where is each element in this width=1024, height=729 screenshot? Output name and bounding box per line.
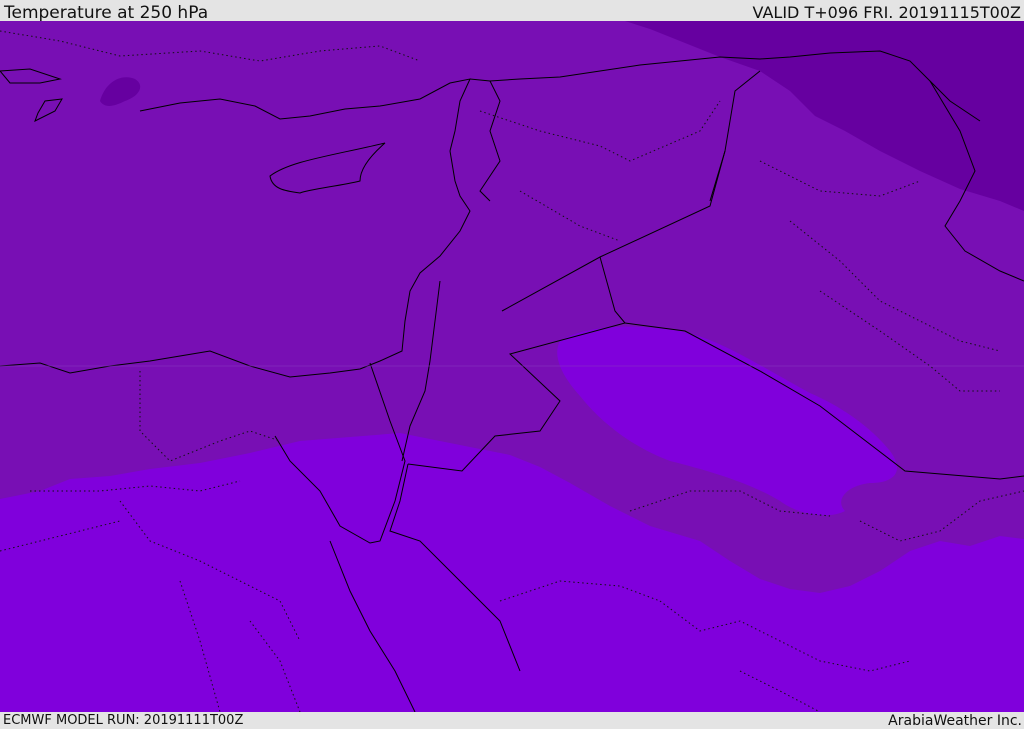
header-bar: Temperature at 250 hPa VALID T+096 FRI. …	[0, 0, 1024, 23]
temperature-map[interactable]	[0, 21, 1024, 712]
model-run-label: ECMWF MODEL RUN: 20191111T00Z	[3, 713, 244, 728]
forecast-map-window: Temperature at 250 hPa VALID T+096 FRI. …	[0, 0, 1024, 729]
map-canvas	[0, 21, 1024, 712]
footer-bar: ECMWF MODEL RUN: 20191111T00Z ArabiaWeat…	[0, 712, 1024, 729]
credit-label: ArabiaWeather Inc.	[888, 713, 1022, 729]
